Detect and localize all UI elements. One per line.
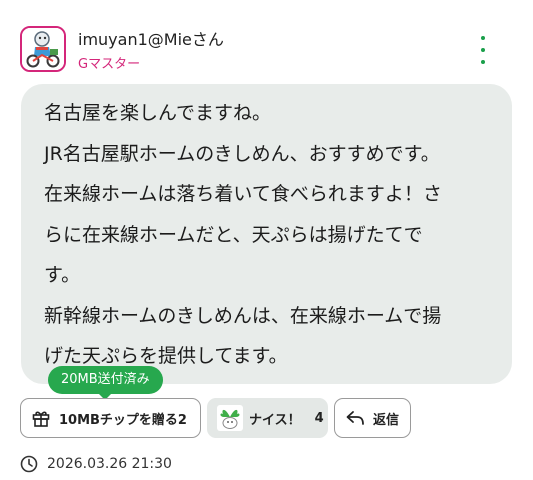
post-date: 2026.03.26 21:30 — [20, 455, 172, 473]
comment-line: 新幹線ホームのきしめんは、在来線ホームで揚 — [44, 304, 442, 327]
comment-line: 名古屋を楽しんでますね。 — [44, 102, 272, 124]
reply-label: 返信 — [373, 412, 400, 428]
reply-button[interactable]: 返信 — [334, 398, 411, 438]
comment-bubble: 名古屋を楽しんでますね。 JR名古屋駅ホームのきしめん、おすすめです。 在来線ホ… — [21, 84, 512, 384]
send-tip-button[interactable]: 10MBチップを贈る2 — [20, 398, 201, 438]
timestamp: 2026.03.26 21:30 — [47, 456, 172, 472]
nice-sticker-icon — [217, 405, 243, 431]
nice-label: ナイス！ — [249, 412, 301, 428]
comment-line: JR名古屋駅ホームのきしめん、おすすめです。 — [44, 142, 440, 165]
comment-line: らに在来線ホームだと、天ぷらは揚げたてで — [44, 223, 423, 246]
gift-icon — [32, 411, 50, 427]
kebab-menu-icon[interactable] — [472, 36, 494, 64]
nice-button[interactable]: ナイス！ 4 — [207, 398, 328, 438]
user-rank: Gマスター — [78, 57, 141, 72]
send-tip-label: 10MBチップを贈る2 — [59, 412, 187, 428]
reply-arrow-icon — [346, 411, 364, 425]
sent-badge: 20MB送付済み — [48, 366, 163, 400]
comment-line: す。 — [44, 264, 81, 286]
avatar[interactable] — [20, 26, 66, 72]
cyclist-avatar-icon — [22, 28, 64, 70]
clock-icon — [20, 455, 38, 473]
nice-count: 4 — [314, 410, 324, 426]
username[interactable]: imuyan1@Mieさん — [78, 26, 224, 50]
comment-line: 在来線ホームは落ち着いて食べられますよ！さ — [44, 183, 442, 205]
